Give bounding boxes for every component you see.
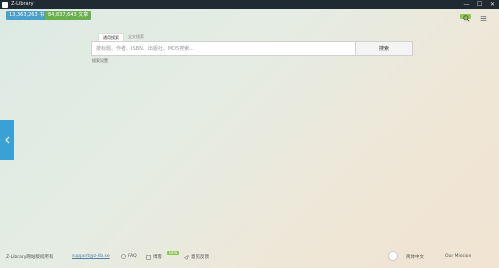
footer: Z-Library网站版权所有 support@z-lib.se FAQ 博客 … bbox=[0, 250, 499, 264]
books-count-badge[interactable]: 13,363,263 书 bbox=[6, 11, 48, 20]
blog-label: 博客 bbox=[153, 255, 162, 260]
search-box: 搜索 bbox=[91, 41, 413, 56]
faq-label: FAQ bbox=[128, 254, 137, 259]
footer-faq-link[interactable]: FAQ bbox=[121, 254, 137, 259]
side-collapse-tab[interactable] bbox=[0, 120, 14, 160]
maximize-button[interactable]: ☐ bbox=[473, 0, 486, 9]
search-icon[interactable] bbox=[463, 15, 470, 22]
search-button[interactable]: 搜索 bbox=[355, 42, 412, 55]
search-settings-link[interactable]: 搜索设置 bbox=[92, 58, 108, 64]
footer-mission-link[interactable]: Our Mission bbox=[445, 254, 471, 259]
search-tabs: 通用搜索 全文搜索 bbox=[98, 33, 148, 41]
footer-blog-link[interactable]: 博客 bbox=[146, 254, 162, 260]
tab-general-search[interactable]: 通用搜索 bbox=[98, 33, 124, 41]
menu-icon[interactable] bbox=[480, 15, 487, 22]
footer-copyright: Z-Library网站版权所有 bbox=[6, 255, 54, 260]
footer-feedback-link[interactable]: 意见反馈 bbox=[184, 254, 209, 260]
app-logo-icon bbox=[2, 1, 8, 8]
blog-icon bbox=[146, 254, 151, 260]
chevron-left-icon bbox=[4, 136, 9, 144]
articles-count-badge[interactable]: 84,837,643 文章 bbox=[45, 11, 92, 20]
feedback-label: 意见反馈 bbox=[191, 255, 209, 260]
tab-fulltext-search[interactable]: 全文搜索 bbox=[124, 33, 148, 40]
search-input[interactable] bbox=[92, 42, 355, 55]
language-selector[interactable] bbox=[388, 251, 398, 261]
footer-email-link[interactable]: support@z-lib.se bbox=[72, 254, 110, 259]
window-titlebar: Z-Library — ☐ ✕ bbox=[0, 0, 499, 9]
question-icon bbox=[121, 254, 126, 259]
window-title: Z-Library bbox=[11, 1, 34, 7]
globe-icon bbox=[388, 251, 398, 261]
send-icon bbox=[184, 254, 189, 260]
minimize-button[interactable]: — bbox=[460, 0, 473, 9]
close-button[interactable]: ✕ bbox=[486, 0, 499, 9]
footer-language-label[interactable]: 简体中文 bbox=[406, 254, 424, 260]
